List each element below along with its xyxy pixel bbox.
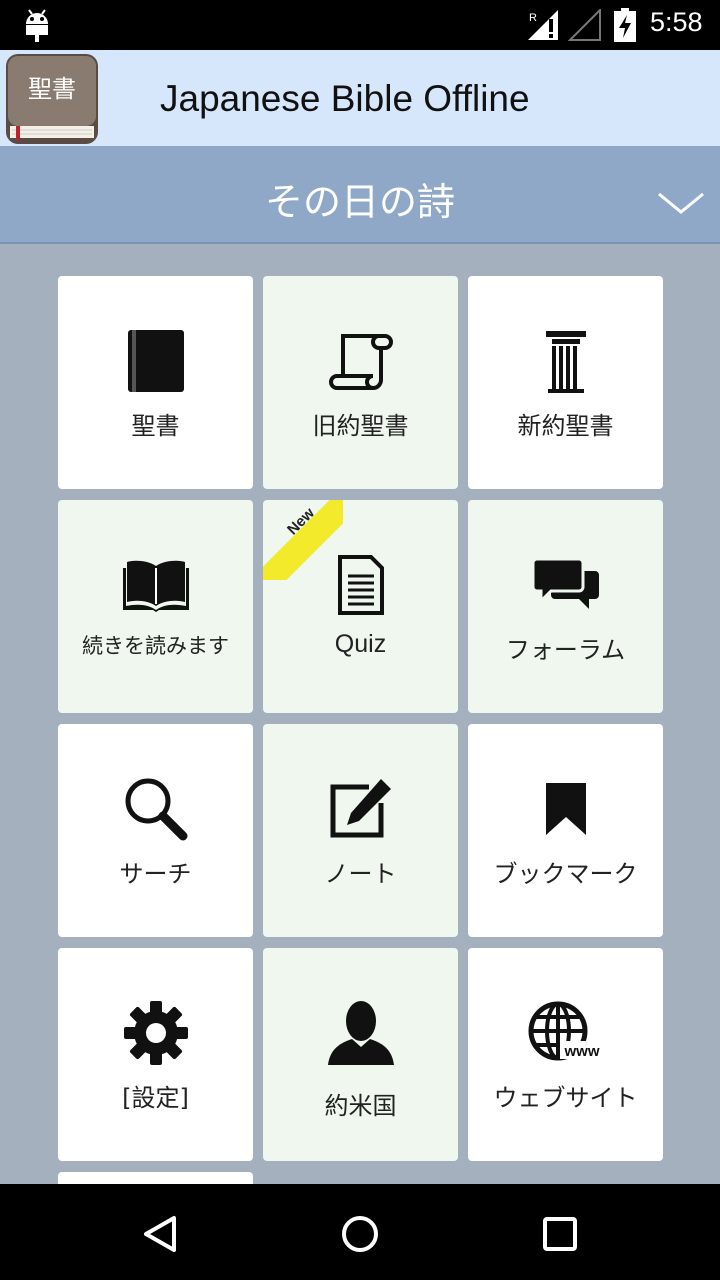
- edit-note-icon: [330, 779, 391, 838]
- document-icon: [337, 555, 384, 615]
- svg-text:R: R: [529, 12, 537, 24]
- menu-tile-website[interactable]: www ウェブサイト: [468, 948, 663, 1161]
- menu-tile-search[interactable]: サーチ: [58, 724, 253, 937]
- scroll-icon: [328, 334, 393, 390]
- status-bar: R 5:58: [0, 0, 720, 50]
- menu-tile-settings[interactable]: [設定]: [58, 948, 253, 1161]
- menu-tile-old-testament[interactable]: 旧約聖書: [263, 276, 458, 489]
- menu-label: ブックマーク: [493, 860, 638, 888]
- app-title: Japanese Bible Offline: [160, 78, 530, 119]
- menu-label: 約米国: [324, 1092, 397, 1120]
- verse-header-title: その日の詩: [264, 180, 455, 224]
- menu-tile-new-testament[interactable]: 新約聖書: [468, 276, 663, 489]
- menu-label: [設定]: [122, 1084, 189, 1112]
- search-icon: [125, 778, 187, 841]
- clock: 5:58: [650, 7, 703, 37]
- column-icon: [545, 331, 586, 393]
- bookmark-icon: [545, 783, 586, 835]
- menu-tile-about[interactable]: 約米国: [263, 948, 458, 1161]
- verse-of-the-day-header[interactable]: その日の詩: [0, 146, 720, 244]
- open-book-icon: [122, 560, 189, 612]
- gear-icon: [123, 1001, 188, 1065]
- menu-label: フォーラム: [505, 636, 626, 664]
- menu-label: 新約聖書: [517, 412, 614, 440]
- menu-label: サーチ: [119, 860, 192, 888]
- signal-empty-icon: [568, 9, 601, 41]
- person-icon: [327, 1001, 394, 1065]
- menu-label: Quiz: [334, 630, 387, 658]
- chat-icon: [532, 557, 599, 609]
- recents-icon[interactable]: [538, 1212, 582, 1256]
- app-logo-text: 聖書: [28, 75, 76, 103]
- menu-tile-bible[interactable]: 聖書: [58, 276, 253, 489]
- menu-tile-continue-reading[interactable]: 続きを読みます: [58, 500, 253, 713]
- app-logo-icon[interactable]: 聖書: [4, 52, 100, 146]
- globe-www-icon: www: [528, 1001, 604, 1061]
- system-nav-bar: [0, 1184, 720, 1280]
- menu-tile-quiz[interactable]: New Quiz: [263, 500, 458, 713]
- home-icon[interactable]: [338, 1212, 382, 1256]
- menu-label: ウェブサイト: [493, 1084, 638, 1112]
- menu-label: 旧約聖書: [312, 412, 409, 440]
- book-icon: [127, 330, 184, 392]
- chevron-down-icon[interactable]: [656, 188, 706, 218]
- battery-charging-icon: [614, 8, 636, 42]
- menu-tile-forum[interactable]: フォーラム: [468, 500, 663, 713]
- android-icon: [26, 9, 48, 42]
- menu-label: 聖書: [131, 412, 180, 440]
- menu-tile-notes[interactable]: ノート: [263, 724, 458, 937]
- signal-roaming-icon: R: [528, 10, 558, 40]
- svg-text:www: www: [563, 1043, 599, 1060]
- back-icon[interactable]: [138, 1212, 182, 1256]
- app-bar: 聖書 Japanese Bible Offline: [0, 50, 720, 146]
- menu-label: 続きを読みます: [82, 634, 229, 658]
- menu-tile-partial: [58, 1172, 253, 1184]
- menu-tile-bookmarks[interactable]: ブックマーク: [468, 724, 663, 937]
- menu-label: ノート: [324, 860, 397, 888]
